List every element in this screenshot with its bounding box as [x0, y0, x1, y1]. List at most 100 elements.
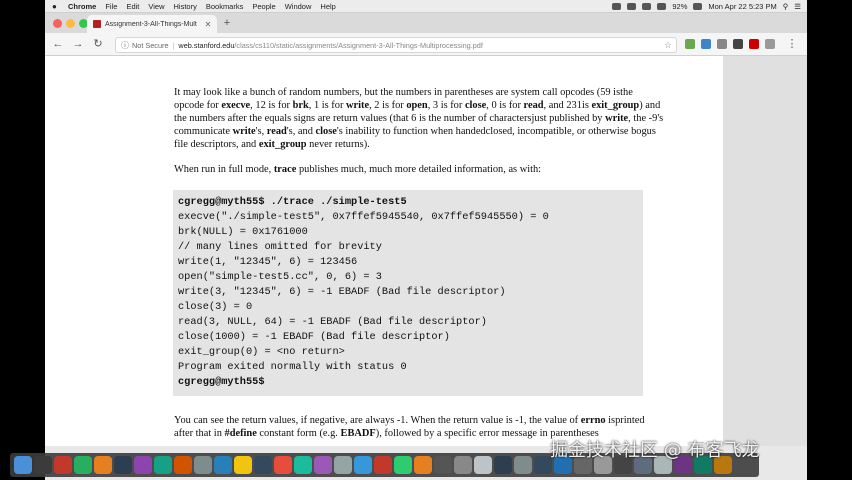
- menu-app-name[interactable]: Chrome: [68, 2, 96, 11]
- extension-icon[interactable]: [701, 39, 711, 49]
- extension-icon[interactable]: [733, 39, 743, 49]
- battery-icon[interactable]: [693, 2, 703, 10]
- status-area: 92% Mon Apr 22 5:23 PM ⚲ ☰: [612, 2, 807, 11]
- new-tab-button[interactable]: +: [221, 17, 233, 29]
- address-bar[interactable]: ⓘ Not Secure | web.stanford.edu /class/c…: [115, 37, 677, 53]
- status-icon[interactable]: [612, 2, 622, 10]
- dock-app-icon[interactable]: [174, 456, 192, 474]
- code-line: // many lines omitted for brevity: [178, 241, 382, 253]
- code-line: close(3) = 0: [178, 301, 253, 313]
- dock-app-icon[interactable]: [54, 456, 72, 474]
- dock-app-icon[interactable]: [414, 456, 432, 474]
- close-window-button[interactable]: [53, 19, 62, 28]
- extension-icon[interactable]: [685, 39, 695, 49]
- text-run: 's inability to function when handed: [336, 126, 486, 138]
- code-term: close: [315, 126, 337, 138]
- code-term: read: [523, 100, 544, 112]
- dock-app-icon[interactable]: [14, 456, 32, 474]
- forward-arrow-icon[interactable]: →: [71, 37, 85, 51]
- dock-app-icon[interactable]: [514, 456, 532, 474]
- menu-window[interactable]: Window: [285, 2, 312, 11]
- menu-clock[interactable]: Mon Apr 22 5:23 PM: [708, 2, 776, 11]
- notification-center-icon[interactable]: ☰: [794, 2, 801, 11]
- dock-app-icon[interactable]: [294, 456, 312, 474]
- dock-app-icon[interactable]: [334, 456, 352, 474]
- menu-file[interactable]: File: [105, 2, 117, 11]
- text-run: constant form (e.g.: [256, 428, 341, 440]
- battery-percentage[interactable]: 92%: [672, 2, 687, 11]
- dock-app-icon[interactable]: [254, 456, 272, 474]
- dock-app-icon[interactable]: [434, 456, 452, 474]
- volume-icon[interactable]: [657, 2, 667, 10]
- security-label[interactable]: Not Secure: [132, 41, 169, 50]
- reload-icon[interactable]: ↻: [91, 37, 105, 51]
- text-run: , 1 is for: [308, 100, 347, 112]
- dock-app-icon[interactable]: [234, 456, 252, 474]
- text-run: , and 231: [543, 100, 582, 112]
- extension-icon[interactable]: [749, 39, 759, 49]
- menu-bar: ● Chrome File Edit View History Bookmark…: [45, 0, 807, 13]
- spotlight-icon[interactable]: ⚲: [783, 2, 789, 11]
- chrome-menu-icon[interactable]: ⋮: [785, 37, 799, 51]
- menu-help[interactable]: Help: [320, 2, 335, 11]
- url-host: web.stanford.edu: [178, 40, 235, 50]
- code-term: write: [605, 113, 629, 125]
- code-line: Program exited normally with status 0: [178, 361, 407, 373]
- code-block: cgregg@myth55$ ./trace ./simple-test5 exe…: [173, 190, 643, 396]
- bookmark-star-icon[interactable]: ☆: [664, 40, 672, 51]
- code-line: exit_group(0) = <no return>: [178, 346, 345, 358]
- minimize-window-button[interactable]: [66, 19, 75, 28]
- paragraph-full-mode-intro: When run in full mode, trace publishes m…: [174, 163, 664, 176]
- extension-icon[interactable]: [717, 39, 727, 49]
- dock-app-icon[interactable]: [374, 456, 392, 474]
- code-line: write(3, "12345", 6) = -1 EBADF (Bad fil…: [178, 286, 506, 298]
- close-tab-icon[interactable]: ✕: [203, 20, 213, 29]
- menu-view[interactable]: View: [148, 2, 164, 11]
- code-line: close(1000) = -1 EBADF (Bad file descrip…: [178, 331, 450, 343]
- back-arrow-icon[interactable]: ←: [51, 37, 65, 51]
- dock-app-icon[interactable]: [194, 456, 212, 474]
- pdf-viewer[interactable]: It may look like a bunch of random numbe…: [45, 56, 807, 446]
- status-icon[interactable]: [627, 2, 637, 10]
- menu-people[interactable]: People: [252, 2, 275, 11]
- text-run: is: [605, 415, 616, 426]
- dock-app-icon[interactable]: [34, 456, 52, 474]
- menu-bookmarks[interactable]: Bookmarks: [206, 2, 244, 11]
- dock-app-icon[interactable]: [214, 456, 232, 474]
- code-term: #define: [224, 428, 257, 440]
- dock-app-icon[interactable]: [474, 456, 492, 474]
- code-term: trace: [273, 164, 297, 175]
- url-path: /class/cs110/static/assignments/Assignme…: [234, 40, 483, 50]
- pdf-favicon-icon: [93, 20, 101, 28]
- info-icon[interactable]: ⓘ: [121, 40, 129, 51]
- wifi-icon[interactable]: [642, 2, 652, 10]
- text-run: 's, and: [286, 126, 316, 138]
- extension-icon[interactable]: [765, 39, 775, 49]
- code-line: write(1, "12345", 6) = 123456: [178, 256, 358, 268]
- dock-app-icon[interactable]: [494, 456, 512, 474]
- menu-edit[interactable]: Edit: [126, 2, 139, 11]
- text-run: You can see the return values, if negati…: [174, 415, 581, 426]
- paragraph-syscall-explanation: It may look like a bunch of random numbe…: [174, 86, 664, 151]
- dock-app-icon[interactable]: [134, 456, 152, 474]
- dock-app-icon[interactable]: [274, 456, 292, 474]
- tab-active[interactable]: Assignment-3-All-Things-Mult ✕: [87, 15, 217, 33]
- dock-app-icon[interactable]: [74, 456, 92, 474]
- dock-app-icon[interactable]: [354, 456, 372, 474]
- dock-app-icon[interactable]: [394, 456, 412, 474]
- browser-toolbar: ← → ↻ ⓘ Not Secure | web.stanford.edu /c…: [45, 33, 807, 56]
- code-term: execve: [221, 100, 251, 112]
- dock-app-icon[interactable]: [454, 456, 472, 474]
- desktop: ● Chrome File Edit View History Bookmark…: [45, 0, 807, 480]
- dock-app-icon[interactable]: [114, 456, 132, 474]
- code-term: errno: [580, 415, 606, 426]
- apple-menu-icon[interactable]: ●: [52, 2, 62, 11]
- menu-history[interactable]: History: [174, 2, 197, 11]
- shell-prompt-line: cgregg@myth55$: [178, 376, 265, 388]
- text-run: , 0 is for: [486, 100, 524, 112]
- dock-app-icon[interactable]: [154, 456, 172, 474]
- code-line: execve("./simple-test5", 0x7ffef5945540,…: [178, 211, 549, 223]
- dock-app-icon[interactable]: [314, 456, 332, 474]
- divider: |: [172, 40, 175, 50]
- dock-app-icon[interactable]: [94, 456, 112, 474]
